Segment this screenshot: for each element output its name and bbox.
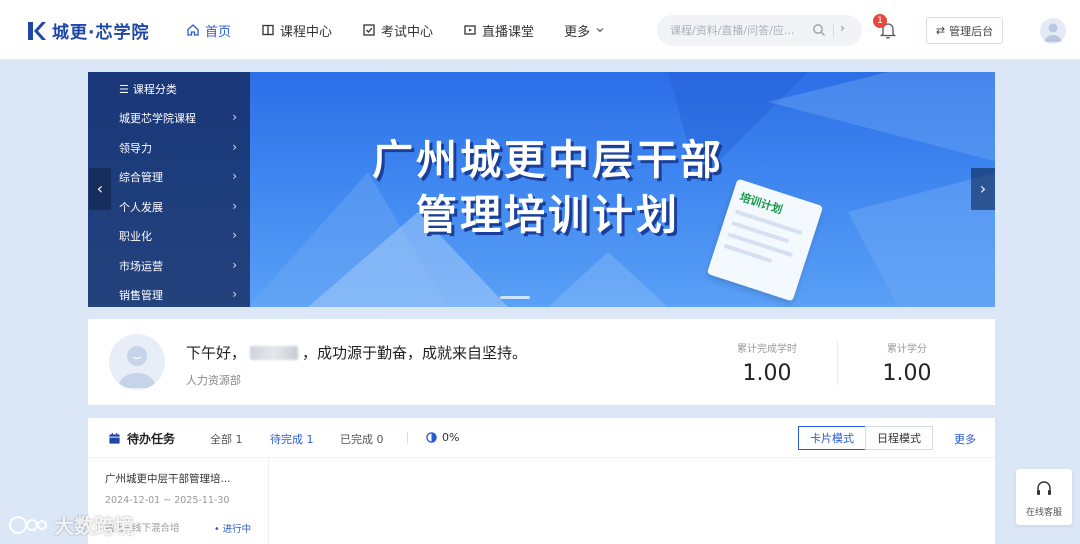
banner-title-line2: 管理培训计划	[416, 191, 680, 239]
progress-ring-icon	[426, 432, 437, 443]
watermark-logo-icon	[9, 515, 47, 534]
chevron-right-icon: ›	[232, 287, 237, 301]
service-label: 在线客服	[1025, 508, 1062, 518]
doc-line	[727, 232, 794, 258]
tab-all[interactable]: 全部 1	[210, 431, 243, 447]
nav-live[interactable]: 直播课堂	[463, 21, 534, 40]
tab-completed[interactable]: 已完成 0	[340, 431, 384, 447]
task-status: • 进行中	[214, 524, 252, 535]
exam-icon	[363, 24, 375, 36]
carousel-indicator[interactable]	[500, 296, 530, 299]
chevron-right-icon: ›	[232, 258, 237, 272]
stat-credits-value: 1.00	[882, 361, 932, 386]
nav-exams[interactable]: 考试中心	[362, 21, 433, 40]
category-label: 职业化	[119, 230, 152, 243]
category-item[interactable]: 销售管理 ›	[119, 287, 237, 303]
nav-more-label: 更多	[564, 24, 591, 40]
category-label: 个人发展	[119, 201, 163, 214]
user-avatar[interactable]	[1040, 18, 1066, 44]
nav-courses-label: 课程中心	[280, 24, 333, 40]
live-icon	[464, 25, 476, 35]
category-item[interactable]: 市场运营 ›	[119, 258, 237, 274]
main-nav: 首页 课程中心 考试中心 直播课堂 更多	[186, 0, 635, 60]
category-label: 领导力	[119, 142, 152, 155]
greeting: 下午好， ，成功源于勤奋，成就来自坚持。	[186, 342, 527, 363]
category-item[interactable]: 综合管理 ›	[119, 169, 237, 185]
category-item[interactable]: 领导力 ›	[119, 140, 237, 156]
category-label: 市场运营	[119, 260, 163, 273]
nav-home[interactable]: 首页	[186, 21, 231, 40]
chevron-right-icon: ›	[232, 110, 237, 124]
todo-header: 待办任务 全部 1 待完成 1 已完成 0 0% 卡片模式 日程模式 更多	[88, 418, 995, 458]
carousel-prev-button[interactable]: ‹	[89, 168, 111, 210]
chevron-down-icon	[596, 28, 604, 33]
welcome-card: 下午好， ，成功源于勤奋，成就来自坚持。 人力资源部 累计完成学时 1.00 累…	[88, 319, 995, 405]
watermark-text: 大数跨境	[54, 514, 134, 538]
category-item[interactable]: 个人发展 ›	[119, 199, 237, 215]
book-icon	[262, 24, 274, 36]
chevron-right-icon: ›	[232, 199, 237, 213]
search-input[interactable]	[670, 24, 812, 37]
profile-avatar	[109, 334, 165, 390]
watermark: 大数跨境	[8, 510, 134, 539]
search-arrow-icon[interactable]: ›	[840, 21, 856, 39]
category-menu-head: ☰ 课程分类	[119, 81, 177, 97]
category-label: 城更芯学院课程	[119, 112, 196, 125]
tab-divider	[407, 432, 408, 444]
nav-live-label: 直播课堂	[482, 24, 535, 40]
department: 人力资源部	[186, 374, 241, 387]
online-service-button[interactable]: 在线客服	[1016, 469, 1072, 525]
calendar-icon	[109, 432, 120, 444]
logo[interactable]: 城更·芯学院	[26, 18, 149, 43]
carousel-next-button[interactable]: ›	[971, 168, 995, 210]
admin-button[interactable]: ⇄ 管理后台	[926, 17, 1003, 44]
todo-progress: 0%	[426, 431, 459, 444]
card-mode-button[interactable]: 卡片模式	[798, 426, 866, 450]
nav-more[interactable]: 更多	[564, 21, 605, 40]
tab-pending[interactable]: 待完成 1	[270, 431, 314, 447]
stat-credits-label: 累计学分	[887, 344, 927, 355]
todo-more-link[interactable]: 更多	[954, 431, 976, 447]
nav-exams-label: 考试中心	[381, 24, 434, 40]
todo-title: 待办任务	[108, 430, 175, 447]
category-label: 销售管理	[119, 289, 163, 302]
category-label: 综合管理	[119, 171, 163, 184]
search-divider	[833, 23, 834, 37]
schedule-mode-button[interactable]: 日程模式	[865, 426, 933, 450]
chevron-right-icon: ›	[232, 140, 237, 154]
stat-hours: 累计完成学时 1.00	[712, 340, 822, 386]
task-date: 2024-12-01 ~ 2025-11-30	[105, 495, 230, 506]
greeting-prefix: 下午好，	[186, 344, 247, 362]
swap-icon: ⇄	[935, 24, 946, 37]
stat-hours-label: 累计完成学时	[737, 344, 797, 355]
category-item[interactable]: 城更芯学院课程 ›	[119, 110, 237, 126]
top-header: 城更·芯学院 首页 课程中心 考试中心 直播课堂 更多 › 1 ⇄	[0, 0, 1080, 60]
category-head-label: 课程分类	[132, 83, 177, 96]
nav-home-label: 首页	[205, 24, 232, 40]
logo-text: 城更·芯学院	[52, 23, 150, 43]
task-name: 广州城更中层干部管理培...	[105, 473, 231, 485]
stat-credits: 累计学分 1.00	[852, 340, 962, 386]
list-icon: ☰	[119, 82, 129, 96]
admin-button-label: 管理后台	[949, 24, 994, 38]
category-menu: ☰ 课程分类 城更芯学院课程 › 领导力 › 综合管理 › 个人发展 › 职业化 › 市场…	[88, 72, 250, 307]
banner-title-line1: 广州城更中层干部	[372, 136, 724, 184]
todo-title-label: 待办任务	[127, 432, 176, 446]
category-item[interactable]: 职业化 ›	[119, 228, 237, 244]
search-icon[interactable]	[812, 23, 826, 37]
todo-panel: 待办任务 全部 1 待完成 1 已完成 0 0% 卡片模式 日程模式 更多 广州…	[88, 418, 995, 544]
greeting-suffix: ，成功源于勤奋，成就来自坚持。	[302, 344, 528, 362]
username-redacted	[250, 345, 299, 360]
notification-badge: 1	[873, 14, 887, 28]
headset-icon	[1037, 481, 1051, 495]
chevron-right-icon: ›	[232, 228, 237, 242]
stat-divider	[837, 341, 838, 385]
home-icon	[187, 24, 199, 36]
todo-progress-value: 0%	[442, 431, 460, 444]
stat-hours-value: 1.00	[742, 361, 792, 386]
logo-mark-icon	[26, 20, 46, 42]
chevron-right-icon: ›	[232, 169, 237, 183]
search-box: ›	[657, 15, 862, 46]
nav-courses[interactable]: 课程中心	[261, 21, 332, 40]
